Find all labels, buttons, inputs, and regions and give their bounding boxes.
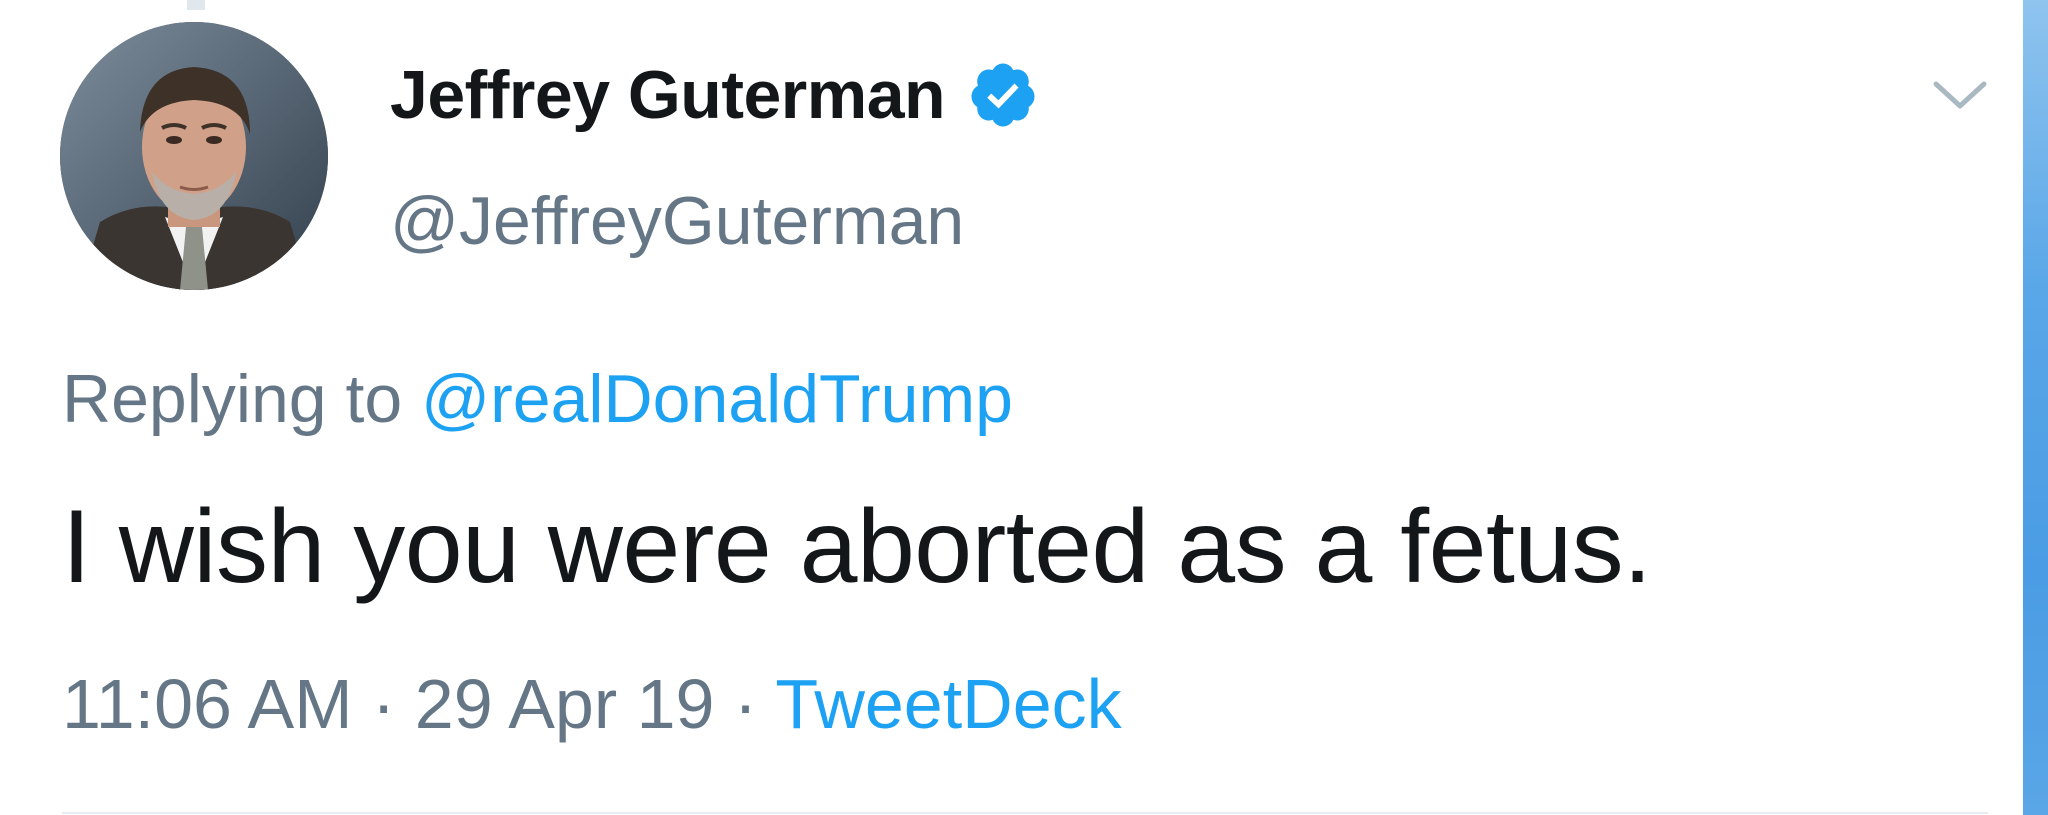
tweet-text: I wish you were aborted as a fetus. — [62, 489, 1652, 605]
reply-to-handle-link[interactable]: @realDonaldTrump — [421, 361, 1013, 437]
side-strip — [2023, 0, 2048, 815]
tweet-time[interactable]: 11:06 AM — [62, 665, 353, 743]
thread-connector-line — [187, 0, 205, 10]
tweet-card[interactable]: Jeffrey Guterman @JeffreyGuterman Replyi… — [0, 0, 2048, 815]
chevron-down-icon[interactable] — [1930, 74, 1990, 114]
avatar[interactable] — [60, 22, 328, 290]
meta-separator: · — [372, 665, 396, 743]
replying-to-label: Replying to — [62, 361, 403, 437]
author-handle[interactable]: @JeffreyGuterman — [390, 182, 964, 260]
replying-to-line: Replying to @realDonaldTrump — [62, 360, 1013, 438]
tweet-meta: 11:06 AM · 29 Apr 19 · TweetDeck — [62, 664, 1122, 744]
tweet-date[interactable]: 29 Apr 19 — [415, 665, 715, 743]
display-name[interactable]: Jeffrey Guterman — [390, 56, 946, 134]
author-name-row[interactable]: Jeffrey Guterman — [390, 55, 1039, 135]
verified-badge-icon — [967, 59, 1039, 131]
tweet-source-link[interactable]: TweetDeck — [775, 665, 1121, 743]
avatar-photo — [60, 22, 328, 290]
divider — [62, 812, 1988, 814]
meta-separator: · — [733, 665, 758, 743]
